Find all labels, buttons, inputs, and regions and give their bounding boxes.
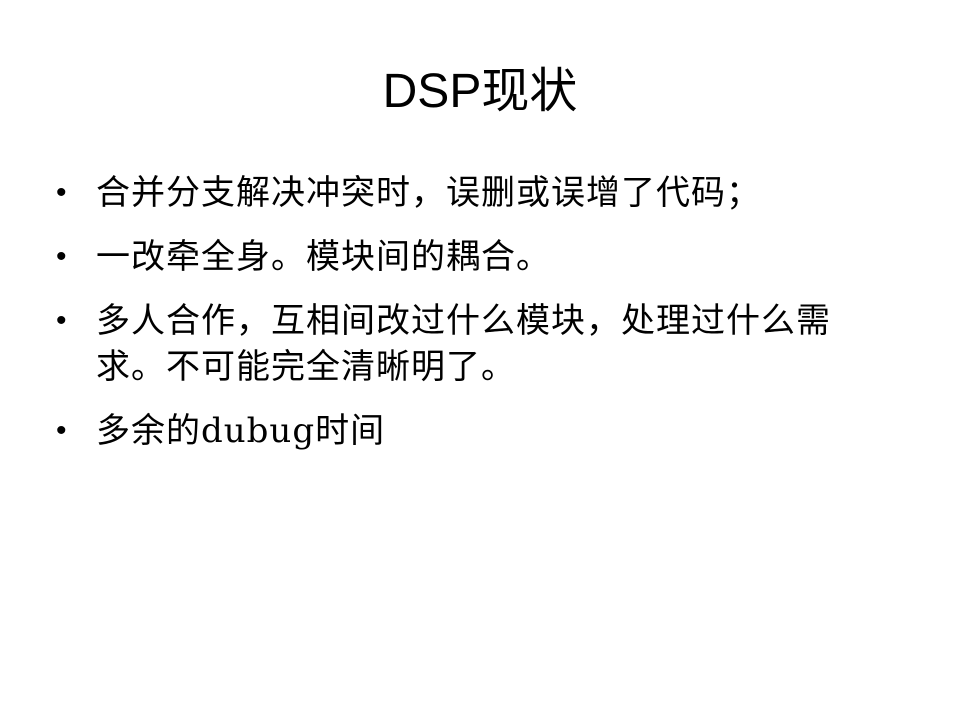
bullet-icon: • <box>56 240 67 273</box>
bullet-list: • 合并分支解决冲突时，误删或误增了代码； • 一改牵全身。模块间的耦合。 • … <box>56 170 876 472</box>
list-item: • 合并分支解决冲突时，误删或误增了代码； <box>56 170 876 216</box>
bullet-icon: • <box>56 414 67 447</box>
slide-title: DSP现状 <box>382 65 578 118</box>
bullet-text: 多余的dubug时间 <box>96 411 386 451</box>
list-item: • 多余的dubug时间 <box>56 408 876 454</box>
bullet-icon: • <box>56 176 67 209</box>
list-item: • 一改牵全身。模块间的耦合。 <box>56 234 876 280</box>
list-item: • 多人合作，互相间改过什么模块，处理过什么需求。不可能完全清晰明了。 <box>56 298 876 390</box>
bullet-text: 一改牵全身。模块间的耦合。 <box>96 237 551 277</box>
slide: DSP现状 • 合并分支解决冲突时，误删或误增了代码； • 一改牵全身。模块间的… <box>0 0 960 720</box>
bullet-icon: • <box>56 304 67 337</box>
bullet-text: 多人合作，互相间改过什么模块，处理过什么需求。不可能完全清晰明了。 <box>96 301 831 387</box>
bullet-text: 合并分支解决冲突时，误删或误增了代码； <box>96 173 761 213</box>
